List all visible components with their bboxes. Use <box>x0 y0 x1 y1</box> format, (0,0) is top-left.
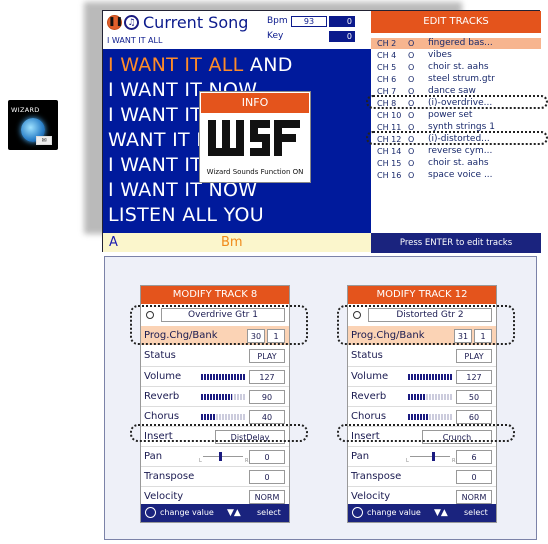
next-chord: Bm <box>221 235 243 250</box>
arrows-icon: ▼▲ <box>434 508 448 518</box>
bpm-offset[interactable]: 0 <box>329 16 355 27</box>
pan-row[interactable]: Pan LR 0 <box>141 446 289 465</box>
track-row[interactable]: CH 10 Opower set <box>371 110 541 121</box>
info-popup: INFO Wizard Sounds Function ON <box>199 91 311 183</box>
reverb-row[interactable]: Reverb 50 <box>348 386 496 405</box>
pause-icon[interactable]: ❚❚ <box>107 15 123 30</box>
highlight-insert-8 <box>130 424 308 442</box>
velocity-value[interactable]: NORM <box>249 490 285 504</box>
status-row[interactable]: Status PLAY <box>348 346 496 365</box>
status-row[interactable]: Status PLAY <box>141 346 289 365</box>
bpm-value[interactable]: 93 <box>291 16 327 27</box>
volume-row[interactable]: Volume 127 <box>141 366 289 385</box>
radio-icon: O <box>408 51 415 60</box>
key-label: Key <box>267 31 284 41</box>
chord-bar: A Bm <box>103 233 371 252</box>
volume-value[interactable]: 127 <box>456 370 492 384</box>
pan-row[interactable]: Pan LR 6 <box>348 446 496 465</box>
modify-footer: change value ▼▲ select <box>141 504 289 522</box>
chorus-meter[interactable] <box>201 414 245 420</box>
highlight-track-8 <box>366 95 548 109</box>
chorus-row[interactable]: Chorus 40 <box>141 406 289 425</box>
wizard-button[interactable]: WIZARD ✉ <box>8 100 58 150</box>
volume-row[interactable]: Volume 127 <box>348 366 496 385</box>
reverb-value[interactable]: 50 <box>456 390 492 404</box>
info-title: INFO <box>201 93 309 113</box>
highlight-name-prog-12 <box>337 305 515 345</box>
pan-value[interactable]: 6 <box>456 450 492 464</box>
modify-track-title: MODIFY TRACK 12 <box>348 286 496 304</box>
track-row[interactable]: CH 14 Oreverse cym... <box>371 146 541 157</box>
track-row[interactable]: CH 5 Ochoir st. aahs <box>371 62 541 73</box>
wsf-logo <box>206 116 304 162</box>
pan-knob[interactable] <box>432 452 435 461</box>
chorus-value[interactable]: 60 <box>456 410 492 424</box>
volume-value[interactable]: 127 <box>249 370 285 384</box>
radio-icon: O <box>408 39 415 48</box>
track-row[interactable]: CH 16 Ospace voice ... <box>371 170 541 181</box>
wizard-label: WIZARD <box>11 106 40 114</box>
status-value[interactable]: PLAY <box>249 349 285 363</box>
chorus-row[interactable]: Chorus 60 <box>348 406 496 425</box>
reverb-value[interactable]: 90 <box>249 390 285 404</box>
radio-icon: O <box>408 171 415 180</box>
radio-icon: O <box>408 159 415 168</box>
velocity-value[interactable]: NORM <box>456 490 492 504</box>
song-subtitle: I WANT IT ALL <box>107 36 163 45</box>
arrows-icon: ▼▲ <box>227 508 241 518</box>
transpose-row[interactable]: Transpose 0 <box>348 466 496 485</box>
reverb-row[interactable]: Reverb 90 <box>141 386 289 405</box>
lyric-line: LISTEN ALL YOU <box>108 204 264 226</box>
radio-icon: O <box>408 111 415 120</box>
volume-meter[interactable] <box>408 374 452 380</box>
modify-tracks-area: MODIFY TRACK 8 Overdrive Gtr 1 Prog.Chg/… <box>104 256 537 540</box>
dial-icon <box>145 507 156 518</box>
highlight-insert-12 <box>337 424 515 442</box>
song-header: ❚❚ ♫ Current Song I WANT IT ALL Bpm 93 0… <box>103 11 371 49</box>
transpose-value[interactable]: 0 <box>456 470 492 484</box>
volume-meter[interactable] <box>201 374 245 380</box>
velocity-row[interactable]: Velocity NORM <box>141 486 289 505</box>
dial-icon <box>352 507 363 518</box>
current-chord: A <box>109 235 118 250</box>
highlight-track-12 <box>366 131 548 145</box>
modify-footer: change value ▼▲ select <box>348 504 496 522</box>
card-icon: ✉ <box>36 136 52 145</box>
pan-value[interactable]: 0 <box>249 450 285 464</box>
edit-tracks-hint: Press ENTER to edit tracks <box>371 233 541 253</box>
track-row[interactable]: CH 2 Ofingered bas... <box>371 38 541 49</box>
song-title: Current Song <box>143 13 249 32</box>
lyric-line: I WANT IT ALL AND <box>108 54 293 76</box>
reverb-meter[interactable] <box>408 394 452 400</box>
music-note-icon[interactable]: ♫ <box>124 15 139 30</box>
transpose-row[interactable]: Transpose 0 <box>141 466 289 485</box>
pan-knob[interactable] <box>219 452 222 461</box>
velocity-row[interactable]: Velocity NORM <box>348 486 496 505</box>
chorus-value[interactable]: 40 <box>249 410 285 424</box>
highlight-name-prog-8 <box>130 305 308 345</box>
radio-icon: O <box>408 63 415 72</box>
info-message: Wizard Sounds Function ON <box>206 168 304 176</box>
radio-icon: O <box>408 75 415 84</box>
status-value[interactable]: PLAY <box>456 349 492 363</box>
transpose-value[interactable]: 0 <box>249 470 285 484</box>
bpm-label: Bpm <box>267 16 288 26</box>
radio-icon: O <box>408 147 415 156</box>
chorus-meter[interactable] <box>408 414 452 420</box>
track-row[interactable]: CH 6 Osteel strum.gtr <box>371 74 541 85</box>
edit-tracks-title: EDIT TRACKS <box>371 11 541 33</box>
reverb-meter[interactable] <box>201 394 245 400</box>
track-row[interactable]: CH 4 Ovibes <box>371 50 541 61</box>
key-offset[interactable]: 0 <box>329 31 355 42</box>
track-row[interactable]: CH 15 Ochoir st. aahs <box>371 158 541 169</box>
modify-track-title: MODIFY TRACK 8 <box>141 286 289 304</box>
